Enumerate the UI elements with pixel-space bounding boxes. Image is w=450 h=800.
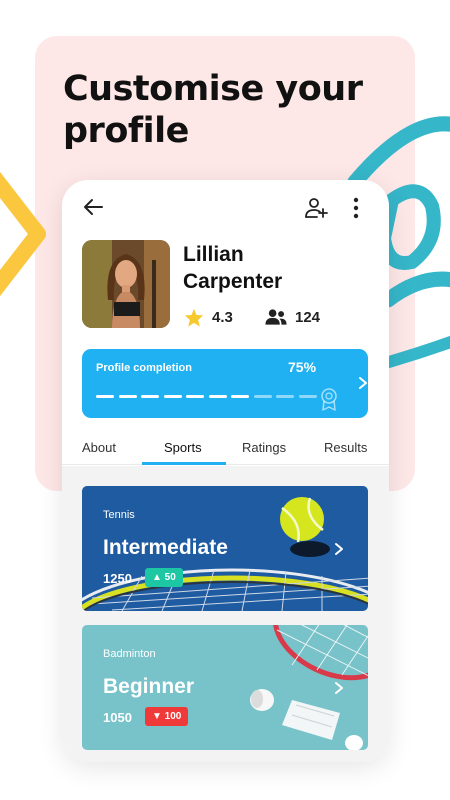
chevron-right-icon bbox=[335, 682, 343, 694]
rating-stat: 4.3 bbox=[184, 308, 233, 327]
profile-completion-card[interactable]: Profile completion 75% bbox=[82, 349, 368, 418]
chevron-right-icon bbox=[335, 543, 343, 555]
add-friend-button[interactable] bbox=[302, 194, 330, 222]
progress-segment bbox=[118, 395, 137, 398]
more-options-button[interactable] bbox=[348, 194, 364, 222]
sport-card-badminton[interactable]: Badminton Beginner 1050 ▼ 100 bbox=[82, 625, 368, 750]
progress-segment bbox=[253, 395, 272, 398]
sport-score: 1250 bbox=[103, 571, 132, 586]
tab-ratings[interactable]: Ratings bbox=[242, 440, 286, 455]
progress-segment bbox=[141, 395, 159, 398]
user-plus-icon bbox=[305, 198, 328, 218]
friends-stat[interactable]: 124 bbox=[265, 308, 320, 326]
progress-segment bbox=[231, 395, 249, 398]
progress-segment bbox=[208, 395, 227, 398]
score-change-badge: ▼ 100 bbox=[145, 707, 189, 726]
phone-screen: Lillian Carpenter 4.3 124 Profile comple… bbox=[62, 180, 389, 762]
tab-results[interactable]: Results bbox=[324, 440, 367, 455]
progress-segment bbox=[96, 395, 114, 398]
tab-about[interactable]: About bbox=[82, 440, 116, 455]
sports-list: Tennis Intermediate 1250 ▲ 50 Badminton … bbox=[62, 466, 389, 762]
progress-segment bbox=[276, 395, 294, 398]
more-vertical-icon bbox=[353, 197, 359, 219]
arrow-left-icon bbox=[84, 199, 103, 215]
star-icon bbox=[184, 308, 204, 327]
page-headline: Customise your profile bbox=[63, 69, 363, 151]
rating-value: 4.3 bbox=[212, 309, 233, 326]
sport-card-tennis[interactable]: Tennis Intermediate 1250 ▲ 50 bbox=[82, 486, 368, 611]
users-icon bbox=[265, 309, 287, 325]
progress-segment bbox=[298, 395, 317, 398]
score-change-badge: ▲ 50 bbox=[145, 568, 183, 587]
medal-icon bbox=[321, 388, 337, 411]
back-button[interactable] bbox=[80, 194, 106, 220]
profile-name: Lillian Carpenter bbox=[183, 241, 373, 295]
completion-percent: 75% bbox=[288, 359, 317, 375]
completion-label: Profile completion bbox=[96, 362, 192, 374]
avatar[interactable] bbox=[82, 240, 170, 328]
completion-progress-bar bbox=[96, 395, 321, 398]
profile-tabs: About Sports Ratings Results bbox=[62, 436, 389, 465]
chevron-right-icon bbox=[359, 377, 367, 389]
sport-score: 1050 bbox=[103, 710, 132, 725]
profile-photo bbox=[82, 240, 170, 328]
sport-level: Beginner bbox=[103, 675, 195, 698]
sport-level: Intermediate bbox=[103, 536, 228, 559]
sport-name: Tennis bbox=[103, 509, 135, 521]
sport-name: Badminton bbox=[103, 648, 156, 660]
top-bar bbox=[62, 180, 389, 236]
progress-segment bbox=[163, 395, 182, 398]
first-name: Lillian bbox=[183, 243, 244, 266]
active-tab-indicator bbox=[142, 462, 226, 465]
friends-count: 124 bbox=[295, 308, 321, 326]
tab-sports[interactable]: Sports bbox=[164, 440, 202, 455]
last-name: Carpenter bbox=[183, 270, 283, 293]
progress-segment bbox=[186, 395, 204, 398]
